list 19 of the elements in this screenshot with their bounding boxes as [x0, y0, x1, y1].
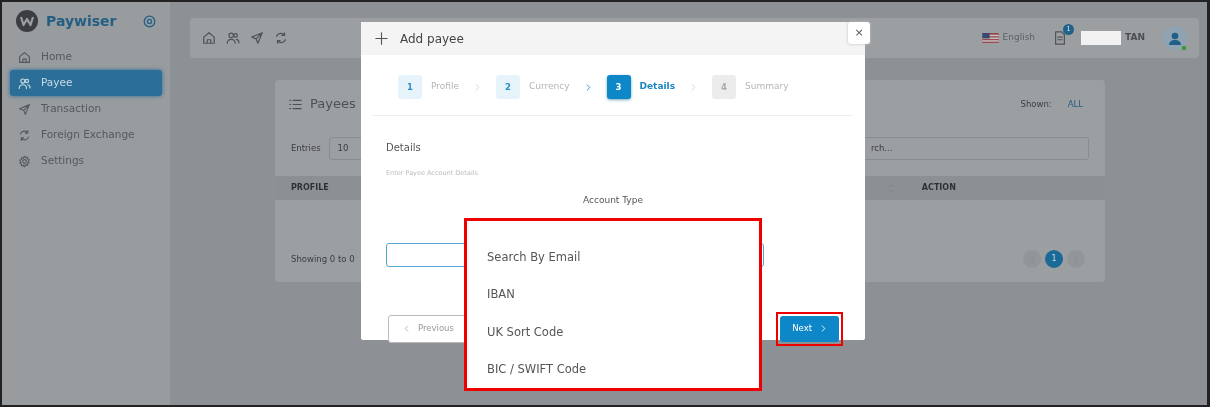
field-label: Account Type: [583, 194, 643, 207]
card-title: Payees: [310, 95, 356, 114]
brand-name: Paywiser: [46, 11, 117, 31]
entries-label: Entries: [291, 141, 321, 155]
step-label: Currency: [529, 80, 570, 94]
section-title: Details: [386, 141, 421, 155]
user-name: TAN: [1125, 31, 1145, 45]
step-label: Profile: [431, 80, 459, 94]
column-header: PROFILE: [291, 182, 329, 194]
shown-label: Shown:: [1020, 97, 1052, 111]
column-header: ACTION: [921, 182, 956, 194]
step-number: 1: [398, 75, 422, 99]
step-label: Summary: [745, 80, 789, 94]
modal-title: Add payee: [400, 30, 464, 48]
step-number: 4: [712, 75, 737, 99]
step-label: Details: [639, 80, 676, 94]
step-number: 3: [606, 75, 631, 99]
table-footer-text: Showing 0 to 0: [291, 252, 355, 266]
step-number: 2: [496, 75, 520, 99]
